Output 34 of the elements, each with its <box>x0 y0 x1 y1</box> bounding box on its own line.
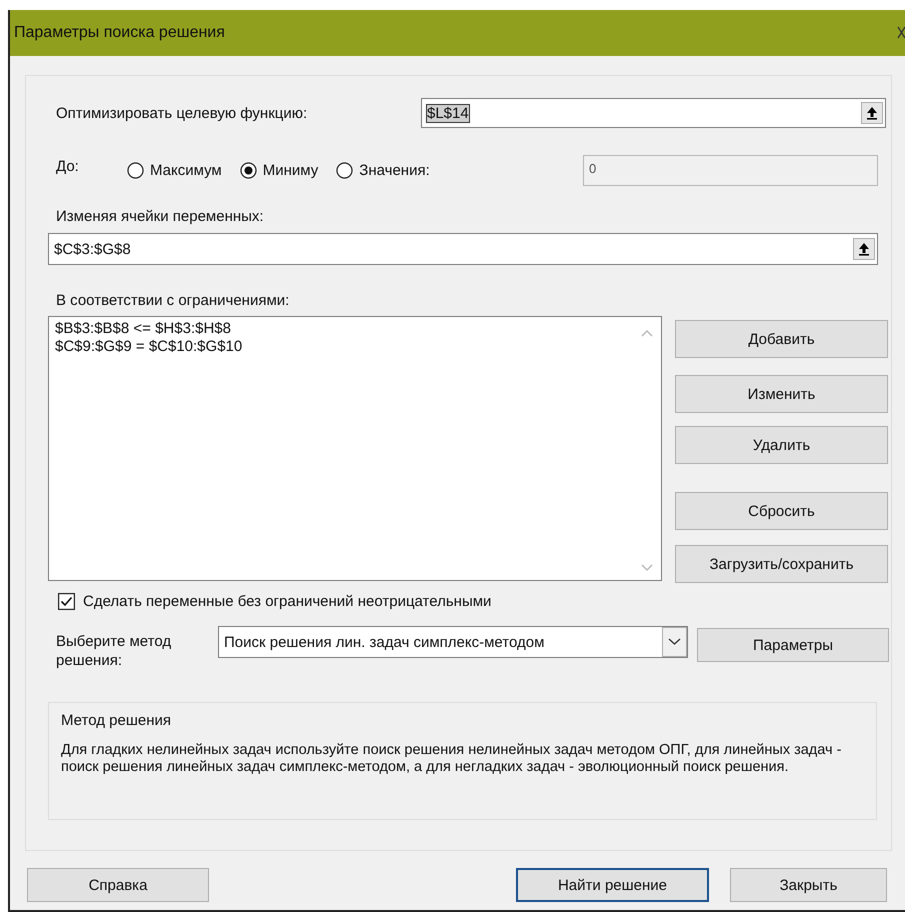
radio-option[interactable]: Максимум <box>127 162 222 179</box>
radio-option[interactable]: Значения: <box>336 162 430 179</box>
field-label: Оптимизировать целевую функцию: <box>55 104 308 122</box>
checkbox-option[interactable]: Сделать переменные без ограничений неотрицательными <box>58 593 891 610</box>
field-label: Выберите метод решения: <box>55 632 172 670</box>
objective-field[interactable]: $L$14 <box>421 98 886 128</box>
dropdown-value: Поиск решения лин. задач симплекс-методом <box>224 634 544 650</box>
action-button[interactable]: Изменить <box>675 375 888 413</box>
radio-option[interactable]: Миниму <box>240 162 318 179</box>
action-button[interactable]: Загрузить/сохранить <box>675 545 888 583</box>
field-value: $L$14 <box>427 104 469 122</box>
action-button[interactable]: Сбросить <box>675 492 888 530</box>
dialog-button[interactable]: Закрыть <box>730 868 887 902</box>
description-text: Для гладких нелинейных задач используйте поиск решения нелинейных задач методом ОПГ, для линейных задач - поиск решения линейных задач симплекс-методом, а для негладких задач - эволюционный поиск решения. <box>61 742 842 776</box>
constraints-list[interactable]: $B$3:$B$8 <= $H$3:$H$8 $C$9:$G$9 = $C$10:$G$10 <box>48 316 662 581</box>
field-value: $C$3:$G$8 <box>54 240 131 258</box>
list-item[interactable]: $C$9:$G$9 = $C$10:$G$10 <box>55 338 661 356</box>
dialog-button[interactable]: Справка <box>27 868 209 902</box>
window-title: Параметры поиска решения <box>14 24 225 42</box>
field-label: В соответствии с ограничениями: <box>55 292 290 309</box>
field-label: Изменяя ячейки переменных: <box>55 208 265 225</box>
action-button[interactable]: Добавить <box>675 320 888 358</box>
action-button[interactable]: Удалить <box>675 426 888 464</box>
variables-field[interactable]: $C$3:$G$8 <box>48 233 878 265</box>
close-icon[interactable] <box>897 25 905 41</box>
method-dropdown[interactable]: Поиск решения лин. задач симплекс-методом <box>218 626 688 658</box>
collapse-icon[interactable] <box>861 102 883 124</box>
group-title: Метод решения <box>61 712 172 729</box>
field-value: 0 <box>589 161 596 176</box>
list-item[interactable]: $B$3:$B$8 <= $H$3:$H$8 <box>55 320 661 338</box>
collapse-icon[interactable] <box>853 238 875 260</box>
dialog-button[interactable]: Найти решение <box>516 868 709 902</box>
options-button[interactable]: Параметры <box>697 628 889 662</box>
field-label: До: <box>55 158 80 175</box>
